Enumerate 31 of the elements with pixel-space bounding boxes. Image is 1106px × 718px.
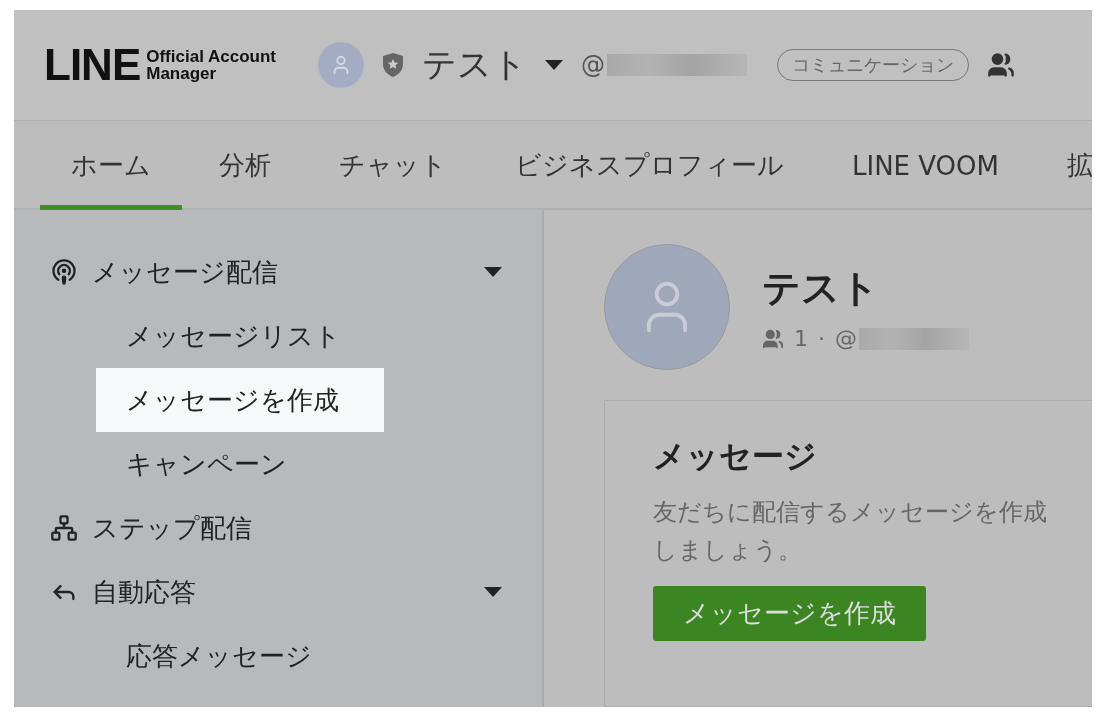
caret-icon[interactable] (484, 587, 502, 597)
sidebar-section[interactable]: メッセージ配信 (92, 254, 470, 290)
caret-icon[interactable] (484, 267, 502, 277)
sidebar-item[interactable]: メッセージリスト (96, 304, 384, 368)
profile-id: @ (835, 326, 857, 351)
account-name[interactable]: テスト (421, 42, 527, 88)
card-description: 友だちに配信するメッセージを作成しましょう。 (653, 497, 1048, 567)
friends-icon (762, 327, 784, 350)
sidebar-section[interactable]: ステップ配信 (92, 510, 502, 546)
separator-dot: · (818, 326, 825, 351)
logo-wordmark: LINE (44, 40, 141, 90)
nav-tab[interactable]: 分析 (188, 121, 302, 210)
sidebar-item[interactable]: 応答メッセージ (96, 624, 384, 688)
caret-icon[interactable] (544, 60, 563, 70)
card-title: メッセージ (653, 436, 818, 477)
nav-tab[interactable]: チャット (308, 121, 478, 210)
sidebar-item[interactable]: メッセージを作成 (96, 368, 384, 432)
sidebar-item[interactable]: キャンペーン (96, 432, 384, 496)
broadcast-icon (50, 258, 78, 286)
hierarchy-icon (50, 514, 78, 542)
users-icon[interactable] (986, 51, 1015, 79)
nav-tab[interactable]: 拡 (1036, 121, 1092, 210)
nav-tab[interactable]: LINE VOOM (821, 121, 1030, 210)
profile-name: テスト (762, 265, 880, 312)
sidebar-section[interactable]: 自動応答 (92, 574, 470, 610)
friend-count: 1 (794, 326, 808, 351)
nav-tab[interactable]: ビジネスプロフィール (484, 121, 815, 210)
logo-subtitle: Official Account (146, 48, 276, 65)
logo-subtitle: Manager (146, 65, 218, 82)
account-id: @ (580, 51, 605, 79)
shield-star-icon (381, 52, 404, 78)
